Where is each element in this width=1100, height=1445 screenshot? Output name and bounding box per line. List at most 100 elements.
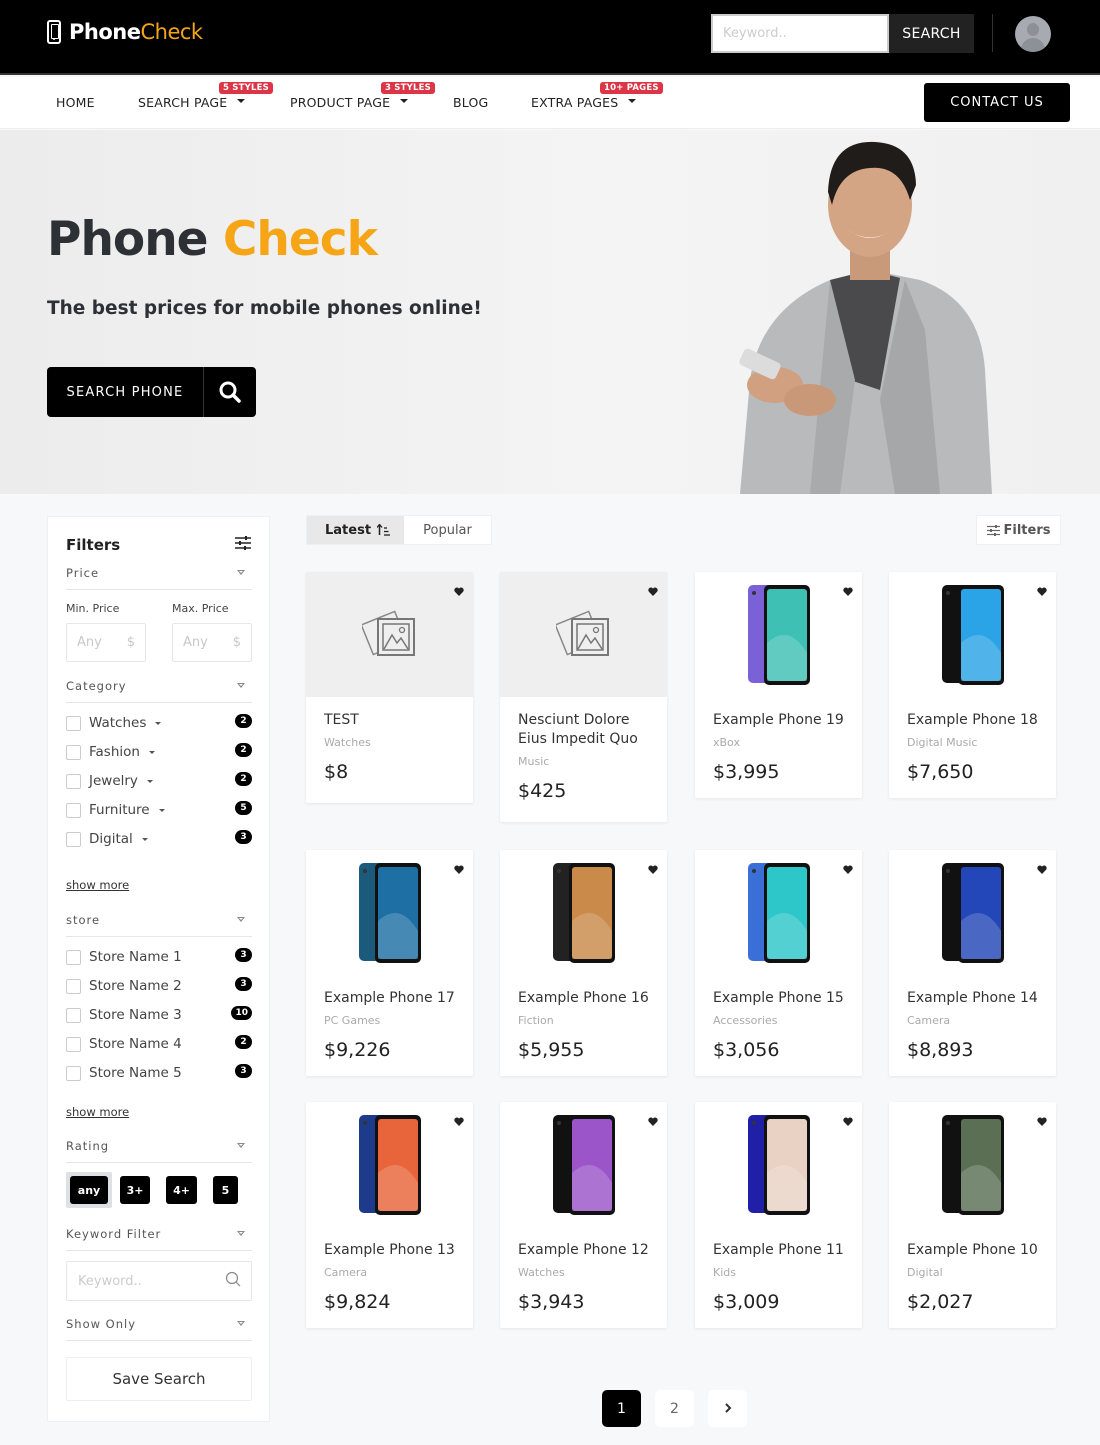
min-price-input[interactable]: Any $ <box>66 623 146 662</box>
store-item[interactable]: Store Name 1 3 <box>66 947 252 967</box>
product-card[interactable]: Example Phone 11 Kids $3,009 <box>695 1102 862 1328</box>
checkbox[interactable] <box>66 744 81 760</box>
nav-item-product-page[interactable]: PRODUCT PAGE <box>290 95 409 110</box>
product-card[interactable]: Example Phone 10 Digital $2,027 <box>889 1102 1056 1328</box>
tab-latest[interactable]: Latest <box>307 516 404 544</box>
product-title[interactable]: TEST <box>324 711 455 730</box>
product-title[interactable]: Example Phone 18 <box>907 711 1038 730</box>
product-card[interactable]: Example Phone 12 Watches $3,943 <box>500 1102 667 1328</box>
checkbox[interactable] <box>66 949 81 965</box>
nav-item-search-page[interactable]: SEARCH PAGE <box>138 95 246 110</box>
heart-icon[interactable] <box>1037 1111 1047 1130</box>
header-search-button[interactable]: SEARCH <box>889 14 974 53</box>
header-search-input[interactable] <box>711 14 889 53</box>
checkbox[interactable] <box>66 1036 81 1052</box>
category-show-more-link[interactable]: show more <box>66 878 129 892</box>
keyword-section-header[interactable]: Keyword Filter <box>66 1227 252 1251</box>
product-card[interactable]: Example Phone 19 xBox $3,995 <box>695 572 862 798</box>
caret-down-icon[interactable] <box>158 808 165 812</box>
category-section-header[interactable]: Category <box>66 679 252 703</box>
page-2-button[interactable]: 2 <box>655 1390 694 1427</box>
checkbox[interactable] <box>66 773 81 789</box>
product-title[interactable]: Example Phone 14 <box>907 989 1038 1008</box>
store-item[interactable]: Store Name 5 3 <box>66 1063 252 1083</box>
rating-section-header[interactable]: Rating <box>66 1139 252 1163</box>
product-card[interactable]: Example Phone 17 PC Games $9,226 <box>306 850 473 1076</box>
heart-icon[interactable] <box>843 1111 853 1130</box>
product-image[interactable] <box>306 1102 473 1227</box>
heart-icon[interactable] <box>1037 859 1047 878</box>
product-image[interactable] <box>889 850 1056 975</box>
nav-item-blog[interactable]: BLOG <box>453 95 488 110</box>
product-card[interactable]: Example Phone 13 Camera $9,824 <box>306 1102 473 1328</box>
product-title[interactable]: Nesciunt Dolore Eius Impedit Quo <box>518 711 649 749</box>
caret-down-icon[interactable] <box>146 779 153 783</box>
product-title[interactable]: Example Phone 12 <box>518 1241 649 1260</box>
caret-down-icon[interactable] <box>155 721 162 725</box>
rating-option-any[interactable]: any <box>70 1176 108 1204</box>
page-1-button[interactable]: 1 <box>602 1390 641 1427</box>
search-phone-button[interactable]: SEARCH PHONE <box>47 367 256 417</box>
product-image[interactable] <box>500 1102 667 1227</box>
heart-icon[interactable] <box>454 1111 464 1130</box>
product-image[interactable] <box>695 572 862 697</box>
sliders-icon[interactable] <box>235 535 251 554</box>
product-title[interactable]: Example Phone 11 <box>713 1241 844 1260</box>
store-item[interactable]: Store Name 2 3 <box>66 976 252 996</box>
store-show-more-link[interactable]: show more <box>66 1105 129 1119</box>
rating-option-4plus[interactable]: 4+ <box>166 1176 197 1204</box>
product-card[interactable]: Example Phone 18 Digital Music $7,650 <box>889 572 1056 798</box>
checkbox[interactable] <box>66 978 81 994</box>
product-card[interactable]: Example Phone 15 Accessories $3,056 <box>695 850 862 1076</box>
nav-item-home[interactable]: HOME <box>56 95 95 110</box>
checkbox[interactable] <box>66 1065 81 1081</box>
category-item[interactable]: Furniture 5 <box>66 800 252 820</box>
product-image[interactable] <box>695 850 862 975</box>
product-card[interactable]: Example Phone 16 Fiction $5,955 <box>500 850 667 1076</box>
heart-icon[interactable] <box>648 859 658 878</box>
product-title[interactable]: Example Phone 19 <box>713 711 844 730</box>
checkbox[interactable] <box>66 1007 81 1023</box>
product-title[interactable]: Example Phone 10 <box>907 1241 1038 1260</box>
product-card[interactable]: TEST Watches $8 <box>306 572 473 803</box>
category-item[interactable]: Watches 2 <box>66 713 252 733</box>
rating-option-5[interactable]: 5 <box>213 1176 238 1204</box>
caret-down-icon[interactable] <box>148 750 155 754</box>
checkbox[interactable] <box>66 802 81 818</box>
checkbox[interactable] <box>66 831 81 847</box>
product-image[interactable] <box>306 850 473 975</box>
category-item[interactable]: Digital 3 <box>66 829 252 849</box>
contact-us-button[interactable]: CONTACT US <box>924 83 1070 122</box>
product-image-placeholder[interactable] <box>306 572 473 697</box>
heart-icon[interactable] <box>454 581 464 600</box>
caret-down-icon[interactable] <box>141 837 148 841</box>
store-item[interactable]: Store Name 3 10 <box>66 1005 252 1025</box>
store-section-header[interactable]: store <box>66 913 252 937</box>
product-image-placeholder[interactable] <box>500 572 667 697</box>
product-title[interactable]: Example Phone 16 <box>518 989 649 1008</box>
product-image[interactable] <box>889 1102 1056 1227</box>
save-search-button[interactable]: Save Search <box>66 1357 252 1401</box>
category-item[interactable]: Fashion 2 <box>66 742 252 762</box>
product-title[interactable]: Example Phone 13 <box>324 1241 455 1260</box>
store-item[interactable]: Store Name 4 2 <box>66 1034 252 1054</box>
next-page-button[interactable] <box>708 1390 747 1427</box>
product-image[interactable] <box>889 572 1056 697</box>
heart-icon[interactable] <box>648 1111 658 1130</box>
product-title[interactable]: Example Phone 17 <box>324 989 455 1008</box>
heart-icon[interactable] <box>843 859 853 878</box>
heart-icon[interactable] <box>454 859 464 878</box>
max-price-input[interactable]: Any $ <box>172 623 252 662</box>
heart-icon[interactable] <box>1037 581 1047 600</box>
product-card[interactable]: Nesciunt Dolore Eius Impedit Quo Music $… <box>500 572 667 822</box>
logo[interactable]: PhoneCheck <box>47 20 203 44</box>
product-title[interactable]: Example Phone 15 <box>713 989 844 1008</box>
product-card[interactable]: Example Phone 14 Camera $8,893 <box>889 850 1056 1076</box>
show-only-section-header[interactable]: Show Only <box>66 1317 252 1341</box>
checkbox[interactable] <box>66 715 81 731</box>
rating-option-3plus[interactable]: 3+ <box>120 1176 150 1204</box>
filters-button[interactable]: Filters <box>976 515 1061 545</box>
price-section-header[interactable]: Price <box>66 566 252 590</box>
keyword-filter-input[interactable] <box>78 1273 218 1289</box>
heart-icon[interactable] <box>843 581 853 600</box>
